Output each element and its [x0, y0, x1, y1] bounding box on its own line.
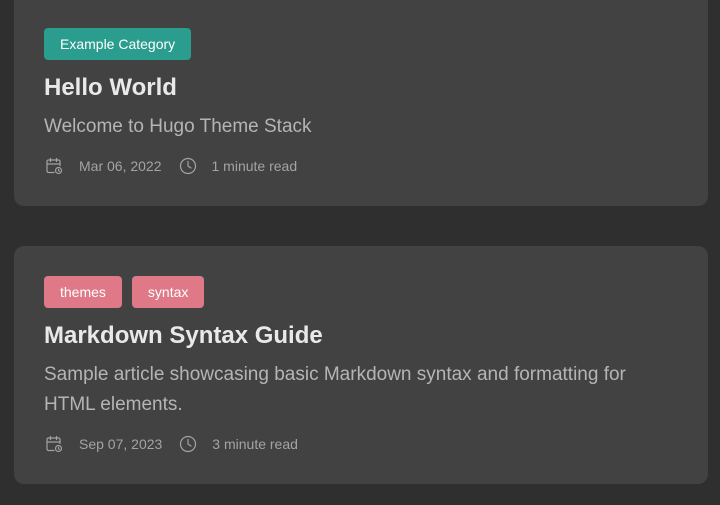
article-card[interactable]: Example Category Hello World Welcome to …	[14, 0, 708, 206]
article-meta: Sep 07, 2023 3 minute read	[44, 434, 298, 454]
article-meta: Mar 06, 2022 1 minute read	[44, 156, 297, 176]
tag-themes[interactable]: themes	[44, 276, 122, 308]
calendar-clock-icon	[44, 434, 64, 454]
article-read-time: 1 minute read	[211, 158, 298, 174]
article-read-time: 3 minute read	[212, 436, 298, 452]
article-date: Mar 06, 2022	[79, 158, 162, 174]
article-title[interactable]: Markdown Syntax Guide	[44, 322, 323, 350]
clock-icon	[178, 156, 198, 176]
article-tags: Example Category	[44, 28, 192, 60]
article-card[interactable]: themes syntax Markdown Syntax Guide Samp…	[14, 246, 708, 484]
article-tags: themes syntax	[44, 276, 205, 308]
tag-syntax[interactable]: syntax	[131, 276, 205, 308]
article-title[interactable]: Hello World	[44, 74, 177, 102]
calendar-clock-icon	[44, 156, 64, 176]
clock-icon	[178, 434, 198, 454]
article-subtitle: Welcome to Hugo Theme Stack	[44, 116, 312, 137]
tag-example-category[interactable]: Example Category	[44, 28, 192, 60]
article-subtitle: Sample article showcasing basic Markdown…	[44, 364, 626, 415]
article-date: Sep 07, 2023	[79, 436, 163, 452]
